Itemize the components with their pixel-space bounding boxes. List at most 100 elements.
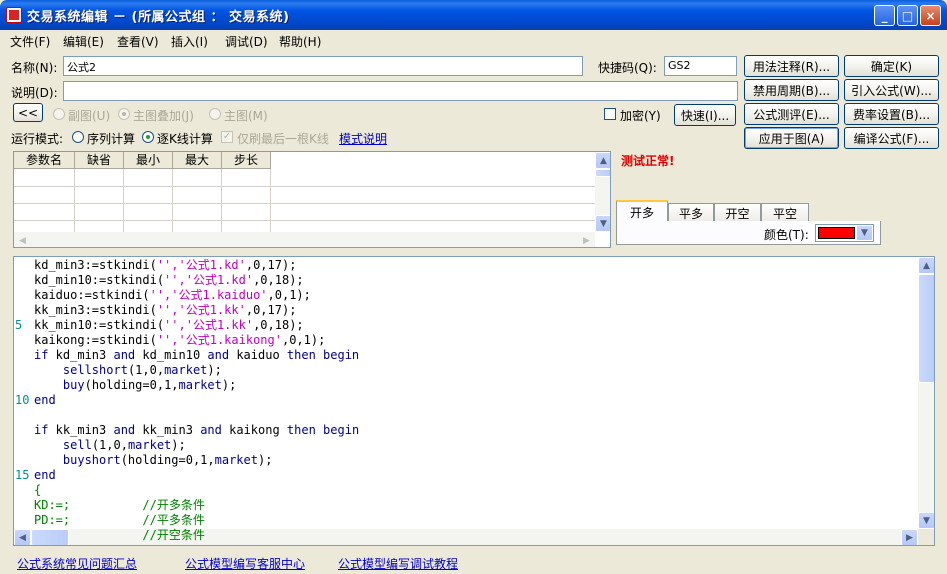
params-col-default[interactable]: 缺省 [75, 152, 124, 169]
maximize-button[interactable]: □ [897, 5, 918, 26]
chevron-down-icon[interactable]: ▼ [856, 225, 873, 241]
description-input[interactable] [63, 81, 738, 101]
window-title: 交易系统编辑 － (所属公式组 ： 交易系统) [27, 10, 290, 25]
code-text: buyshort(holding=0,1,market); [34, 453, 273, 468]
main-chart-label: 主图(M) [224, 109, 268, 123]
mode-help-link[interactable]: 模式说明 [339, 130, 387, 147]
code-editor[interactable]: ▲ ▼ ◀ ▶ kd_min3:=stkindi('','公式1.kd',0,1… [13, 256, 935, 546]
params-table-header: 参数名 缺省 最小 最大 步长 [14, 152, 271, 169]
scroll-thumb[interactable] [918, 274, 934, 383]
code-text: kaikong:=stkindi('','公式1.kaikong',0,1); [34, 333, 325, 348]
scroll-down-icon[interactable]: ▼ [595, 215, 610, 232]
tutorial-link[interactable]: 公式模型编写调试教程 [338, 555, 458, 572]
code-text: { [34, 483, 41, 498]
grid-line [14, 186, 597, 187]
code-token: if [34, 423, 49, 437]
grid-line [270, 169, 271, 234]
code-token: kk_min3 [48, 423, 114, 437]
menu-view[interactable]: 查看(V) [117, 33, 159, 50]
code-token: kd_min3 [48, 348, 114, 362]
code-token: (holding=0,1, [84, 378, 179, 392]
shortcut-label: 快捷码(Q): [598, 61, 657, 75]
main-chart-radio[interactable] [209, 108, 221, 120]
shortcut-input[interactable]: GS2 [664, 56, 737, 76]
run-mode-label: 运行模式: [11, 132, 64, 146]
code-token: market [127, 438, 172, 452]
scroll-right-icon[interactable]: ▶ [578, 232, 595, 247]
code-text: kaiduo:=stkindi('','公式1.kaiduo',0,1); [34, 288, 311, 303]
scroll-left-icon[interactable]: ◀ [14, 529, 31, 545]
code-token: ,0,18); [253, 273, 304, 287]
menu-edit[interactable]: 编辑(E) [63, 33, 104, 50]
scroll-right-icon[interactable]: ▶ [901, 529, 918, 545]
code-token: buy [62, 378, 85, 392]
menu-help[interactable]: 帮助(H) [279, 33, 321, 50]
code-text: if kk_min3 and kk_min3 and kaikong then … [34, 423, 359, 438]
code-token: kk_min3 [135, 423, 201, 437]
formula-test-button[interactable]: 公式测评(E)... [744, 103, 839, 125]
code-token: kd_min10:=stkindi( [34, 273, 165, 287]
line-number: 5 [15, 318, 23, 332]
tab-close-short[interactable]: 平空 [761, 203, 809, 222]
minimize-button[interactable]: _ [874, 5, 895, 26]
params-col-name[interactable]: 参数名 [14, 152, 75, 169]
code-token: ,0,18); [253, 318, 304, 332]
disable-period-button[interactable]: 禁用周期(B)... [744, 79, 839, 101]
code-token: { [34, 483, 42, 497]
tab-open-short[interactable]: 开空 [714, 203, 761, 222]
sub-chart-radio[interactable] [53, 108, 65, 120]
params-col-step[interactable]: 步长 [222, 152, 271, 169]
code-text: buy(holding=0,1,market); [34, 378, 236, 393]
faq-link[interactable]: 公式系统常见问题汇总 [17, 555, 137, 572]
encrypt-checkbox[interactable] [604, 108, 616, 120]
color-select[interactable]: ▼ [815, 224, 874, 242]
code-token: sell [62, 438, 92, 452]
menu-insert[interactable]: 插入(I) [171, 33, 208, 50]
fee-setting-button[interactable]: 费率设置(B)... [844, 103, 939, 125]
scroll-thumb[interactable] [595, 169, 610, 177]
support-center-link[interactable]: 公式模型编写客服中心 [185, 555, 305, 572]
tab-open-long[interactable]: 开多 [616, 200, 668, 222]
code-token: market [178, 378, 222, 392]
collapse-button[interactable]: << [13, 103, 43, 122]
fast-button[interactable]: 快速(I)... [674, 104, 736, 126]
params-hscrollbar[interactable]: ◀ ▶ [14, 232, 595, 247]
run-mode-kline-radio[interactable] [142, 131, 154, 143]
line-number: 10 [15, 393, 30, 407]
code-token: ,0,1); [267, 288, 311, 302]
code-token: (holding=0,1, [120, 453, 215, 467]
code-token: '','公式1.kd' [164, 273, 254, 287]
ok-button[interactable]: 确定(K) [844, 55, 939, 77]
code-text: if kd_min3 and kd_min10 and kaiduo then … [34, 348, 359, 363]
scroll-down-icon[interactable]: ▼ [918, 512, 934, 529]
menu-file[interactable]: 文件(F) [10, 33, 50, 50]
compile-formula-button[interactable]: 编译公式(F)... [844, 127, 939, 149]
params-col-min[interactable]: 最小 [124, 152, 173, 169]
code-token: and [113, 348, 136, 362]
params-col-max[interactable]: 最大 [173, 152, 222, 169]
tab-close-long[interactable]: 平多 [668, 203, 714, 222]
code-token: market [214, 453, 258, 467]
last-bar-only-checkbox[interactable]: ✓ [221, 131, 233, 143]
scroll-left-icon[interactable]: ◀ [14, 232, 31, 247]
params-vscrollbar[interactable]: ▲ ▼ [595, 152, 610, 232]
code-text: kk_min3:=stkindi('','公式1.kk',0,17); [34, 303, 296, 318]
code-token: and [200, 423, 222, 437]
code-token: kaikong [221, 423, 287, 437]
params-table[interactable]: 参数名 缺省 最小 最大 步长 ▲ ▼ ◀ ▶ [13, 151, 611, 248]
menu-debug[interactable]: 调试(D) [225, 33, 268, 50]
line-number: 15 [15, 468, 30, 482]
usage-comment-button[interactable]: 用法注释(R)... [744, 55, 839, 77]
main-overlay-radio[interactable] [118, 108, 130, 120]
encrypt-label: 加密(Y) [620, 109, 661, 123]
import-formula-button[interactable]: 引入公式(W)... [844, 79, 939, 101]
name-input[interactable]: 公式2 [63, 56, 583, 76]
editor-vscrollbar[interactable]: ▲ ▼ [918, 257, 934, 529]
apply-to-chart-button[interactable]: 应用于图(A) [744, 127, 839, 149]
run-mode-seq-radio[interactable] [72, 131, 84, 143]
scroll-up-icon[interactable]: ▲ [595, 152, 610, 169]
scroll-up-icon[interactable]: ▲ [918, 257, 934, 274]
close-button[interactable]: × [920, 5, 941, 26]
